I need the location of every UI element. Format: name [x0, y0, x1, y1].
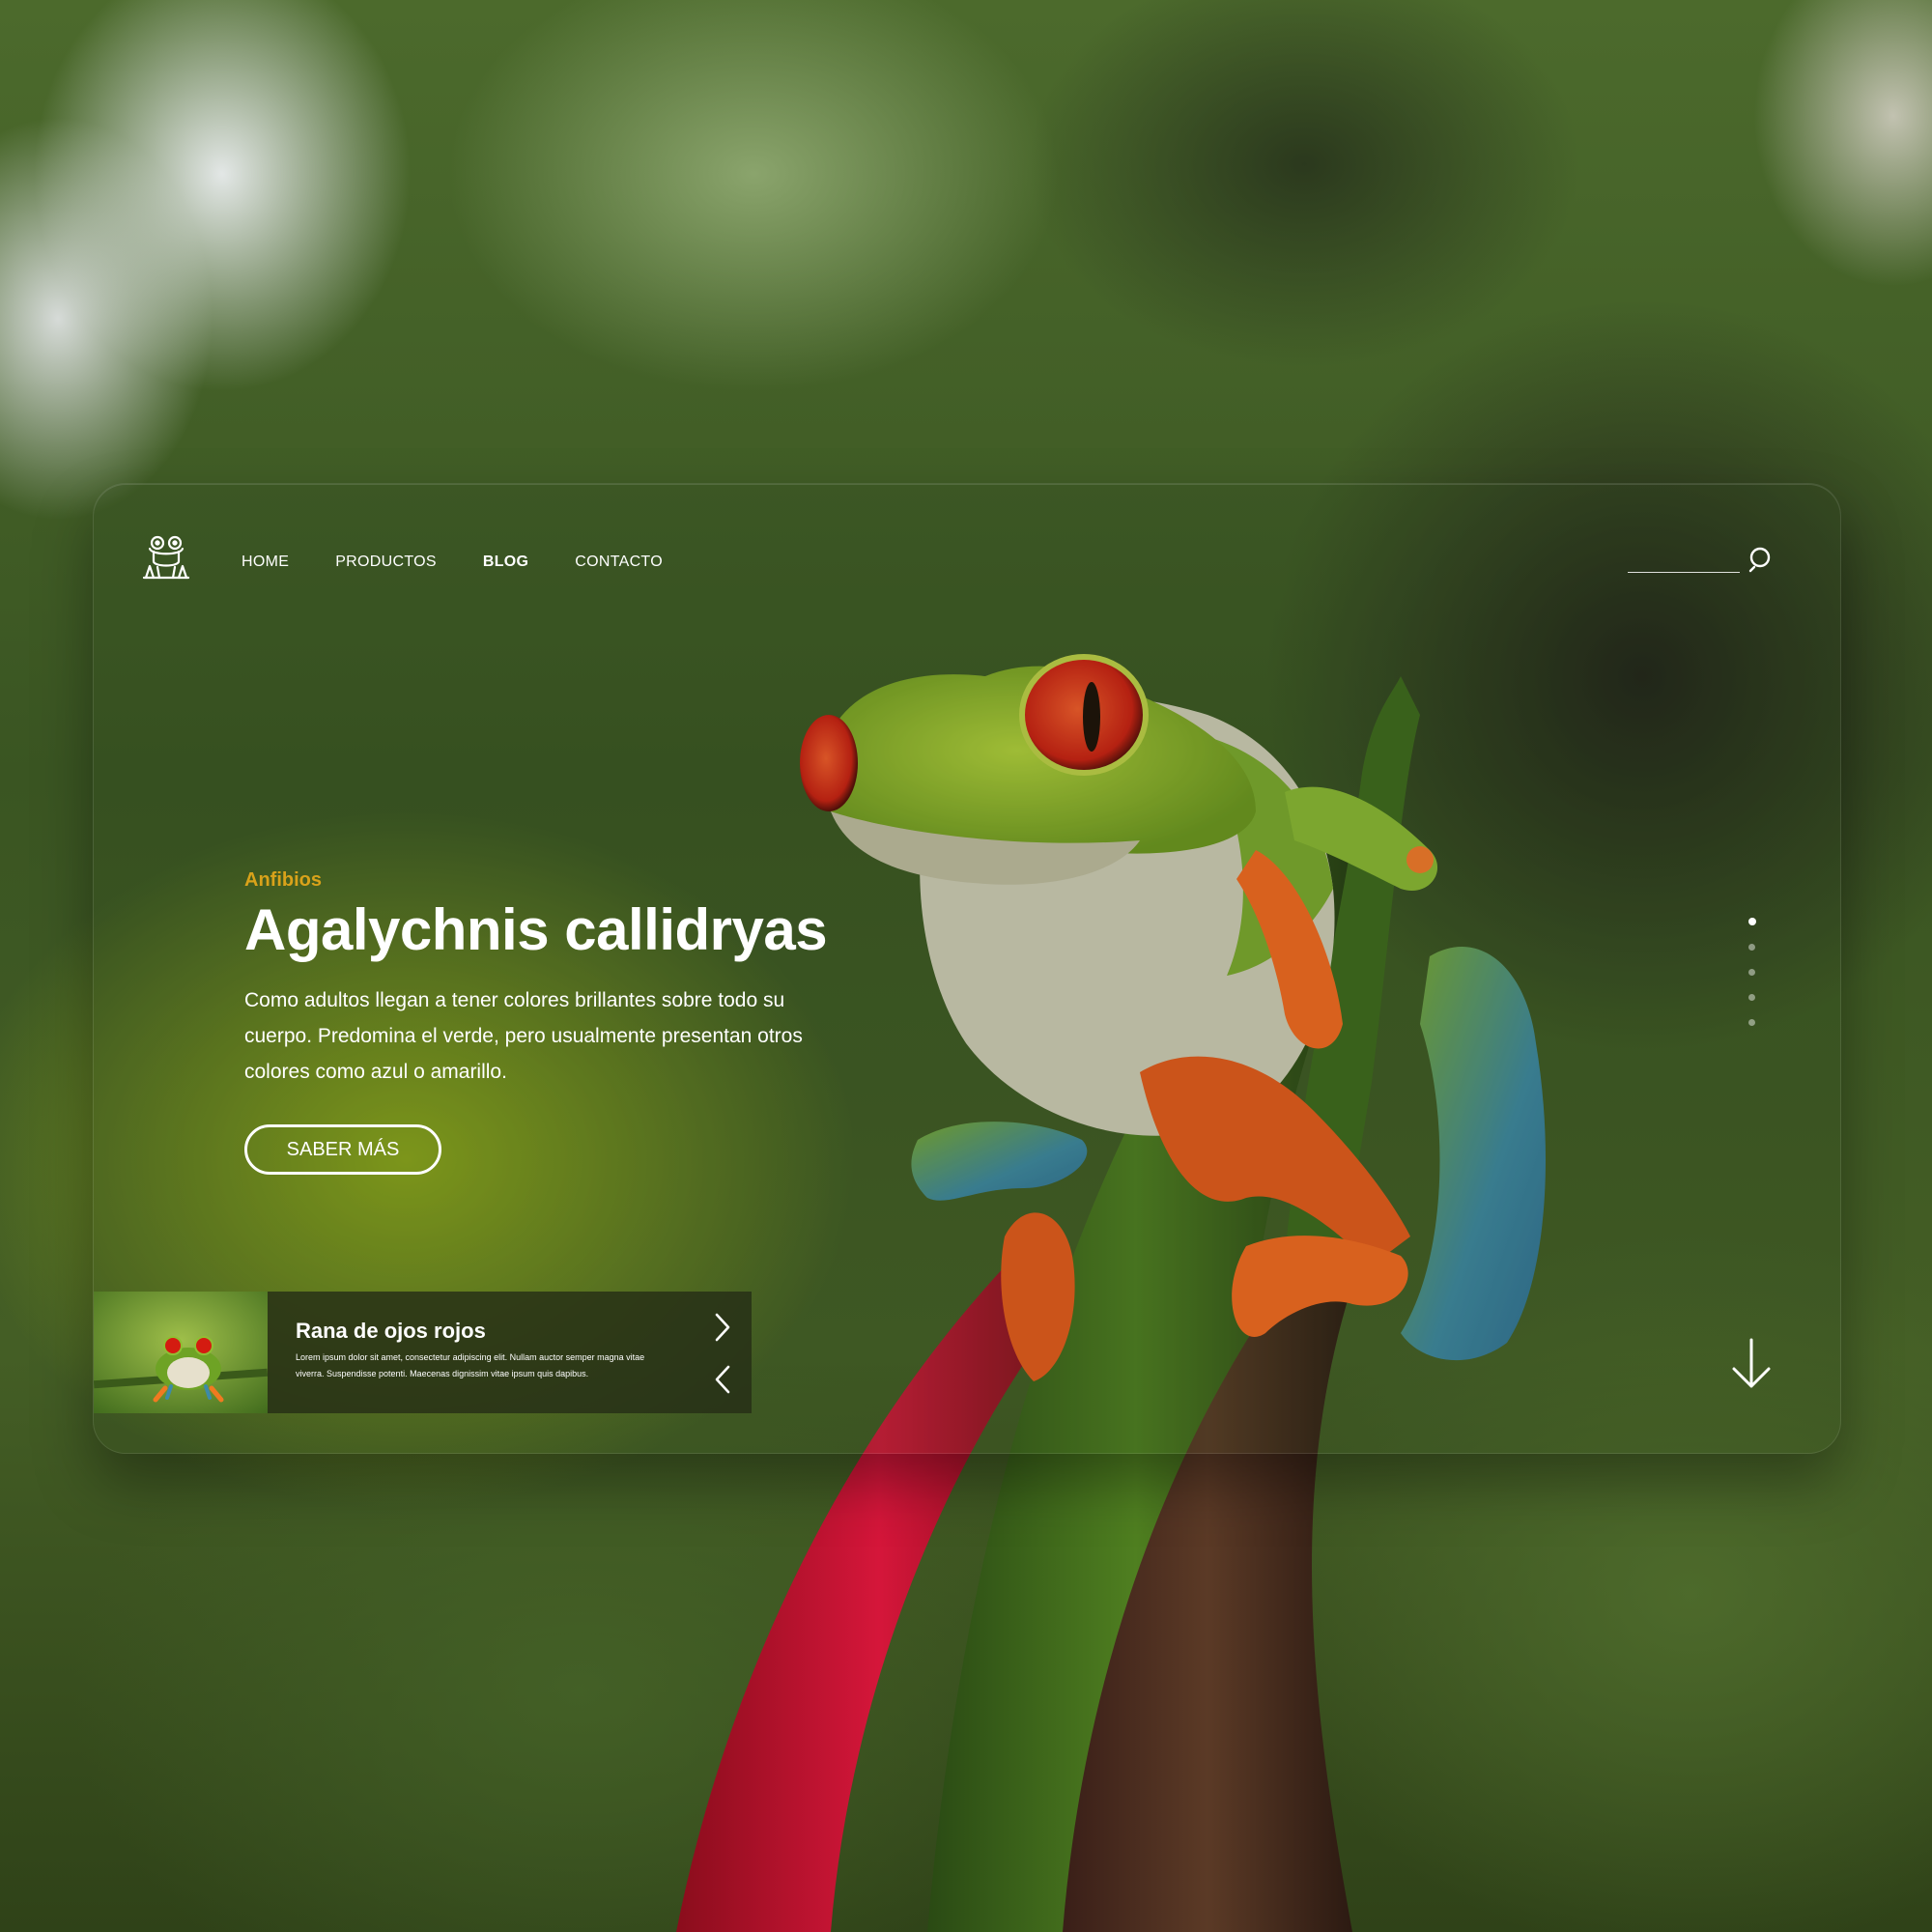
search-input[interactable] — [1628, 546, 1738, 571]
slider-dot-4[interactable] — [1748, 994, 1755, 1001]
slider-dot-2[interactable] — [1748, 944, 1755, 951]
slide-text: Lorem ipsum dolor sit amet, consectetur … — [296, 1352, 645, 1378]
slider-dots — [1748, 918, 1758, 1044]
nav-productos[interactable]: PRODUCTOS — [335, 554, 437, 571]
chevron-right-icon[interactable] — [712, 1311, 733, 1344]
hero-content: Anfibios Agalychnis callidryas Como adul… — [244, 869, 863, 1175]
nav-home[interactable]: HOME — [242, 554, 289, 571]
arrow-down-icon[interactable] — [1730, 1338, 1773, 1390]
category-label: Anfibios — [244, 869, 322, 891]
slider-dot-3[interactable] — [1748, 969, 1755, 976]
chevron-left-icon[interactable] — [712, 1363, 733, 1396]
nav-contacto[interactable]: CONTACTO — [575, 554, 663, 571]
slide-card: Rana de ojos rojos Lorem ipsum dolor sit… — [94, 1292, 752, 1413]
slide-thumbnail[interactable] — [94, 1292, 268, 1413]
search-underline — [1628, 572, 1740, 573]
nav-blog[interactable]: BLOG — [483, 554, 528, 571]
frog-logo-icon[interactable] — [142, 534, 190, 581]
slide-title: Rana de ojos rojos — [296, 1319, 486, 1343]
search-icon[interactable] — [1747, 546, 1775, 573]
hero-card: HOME PRODUCTOS BLOG CONTACTO Anfibios Ag… — [93, 483, 1841, 1454]
search-box — [1628, 546, 1775, 577]
saber-mas-button[interactable]: SABER MÁS — [244, 1124, 441, 1175]
hero-description: Como adultos llegan a tener colores bril… — [244, 989, 803, 1083]
main-nav: HOME PRODUCTOS BLOG CONTACTO — [242, 554, 709, 571]
page-title: Agalychnis callidryas — [244, 897, 828, 962]
slider-dot-5[interactable] — [1748, 1019, 1755, 1026]
slider-dot-1[interactable] — [1748, 918, 1756, 925]
